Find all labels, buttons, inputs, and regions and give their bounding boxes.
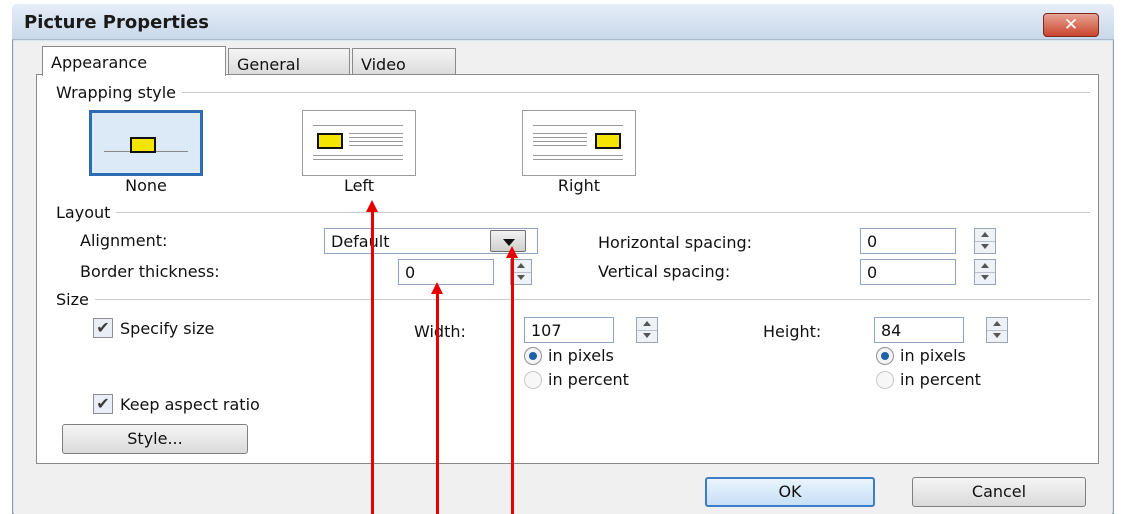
wrapping-divider <box>60 92 1090 93</box>
tab-general[interactable]: General <box>228 48 350 74</box>
keep-aspect-ratio-checkbox[interactable]: ✔ <box>93 394 113 414</box>
width-input[interactable]: 107 <box>524 317 614 343</box>
picture-placeholder-icon <box>317 133 343 149</box>
spin-down-arrow-icon[interactable] <box>975 272 995 284</box>
spin-down-arrow-icon[interactable] <box>637 330 657 342</box>
width-spinner[interactable] <box>636 317 658 343</box>
size-heading: Size <box>56 290 95 309</box>
layout-divider <box>60 212 1090 213</box>
wrapping-style-heading: Wrapping style <box>56 83 182 102</box>
height-input[interactable]: 84 <box>874 317 964 343</box>
wrap-none-label: None <box>125 176 167 195</box>
checkmark-icon: ✔ <box>96 394 110 413</box>
spin-down-arrow-icon[interactable] <box>511 272 531 284</box>
tab-video[interactable]: Video <box>352 48 456 74</box>
width-in-percent-radio[interactable] <box>524 371 542 389</box>
wrap-left-button[interactable] <box>302 110 416 176</box>
layout-heading: Layout <box>56 203 117 222</box>
wrap-left-label: Left <box>343 176 375 195</box>
height-in-pixels-radio[interactable] <box>876 347 894 365</box>
size-divider <box>60 299 1090 300</box>
alignment-label: Alignment: <box>80 231 168 250</box>
horizontal-spacing-spinner[interactable] <box>974 228 996 254</box>
wrap-right-button[interactable] <box>522 110 636 176</box>
width-label: Width: <box>414 322 466 341</box>
vertical-spacing-label: Vertical spacing: <box>598 262 731 281</box>
spin-down-arrow-icon[interactable] <box>987 330 1007 342</box>
cancel-button[interactable]: Cancel <box>912 477 1086 507</box>
width-in-pixels-label: in pixels <box>548 346 614 365</box>
horizontal-spacing-label: Horizontal spacing: <box>598 233 753 252</box>
picture-placeholder-icon <box>595 133 621 149</box>
wrap-none-button[interactable] <box>89 110 203 176</box>
keep-aspect-ratio-label: Keep aspect ratio <box>120 395 260 414</box>
spin-down-arrow-icon[interactable] <box>975 241 995 253</box>
wrap-right-label: Right <box>557 176 601 195</box>
specify-size-checkbox[interactable]: ✔ <box>93 318 113 338</box>
width-in-pixels-radio[interactable] <box>524 347 542 365</box>
dialog-title: Picture Properties <box>24 12 209 33</box>
width-in-percent-label: in percent <box>548 370 629 389</box>
height-in-percent-label: in percent <box>900 370 981 389</box>
border-thickness-label: Border thickness: <box>80 262 220 281</box>
vertical-spacing-spinner[interactable] <box>974 259 996 285</box>
ok-button[interactable]: OK <box>705 477 875 507</box>
picture-placeholder-icon <box>130 137 156 153</box>
height-spinner[interactable] <box>986 317 1008 343</box>
checkmark-icon: ✔ <box>96 318 110 337</box>
close-icon: ✕ <box>1063 15 1079 35</box>
specify-size-label: Specify size <box>120 319 215 338</box>
height-label: Height: <box>763 322 822 341</box>
vertical-spacing-input[interactable]: 0 <box>860 259 956 285</box>
style-button[interactable]: Style... <box>62 424 248 454</box>
border-thickness-input[interactable]: 0 <box>398 259 494 285</box>
close-button[interactable]: ✕ <box>1043 13 1099 37</box>
height-in-percent-radio[interactable] <box>876 371 894 389</box>
chevron-down-icon <box>503 239 515 246</box>
horizontal-spacing-input[interactable]: 0 <box>860 228 956 254</box>
tab-appearance[interactable]: Appearance <box>42 46 226 76</box>
alignment-value: Default <box>331 232 390 251</box>
height-in-pixels-label: in pixels <box>900 346 966 365</box>
